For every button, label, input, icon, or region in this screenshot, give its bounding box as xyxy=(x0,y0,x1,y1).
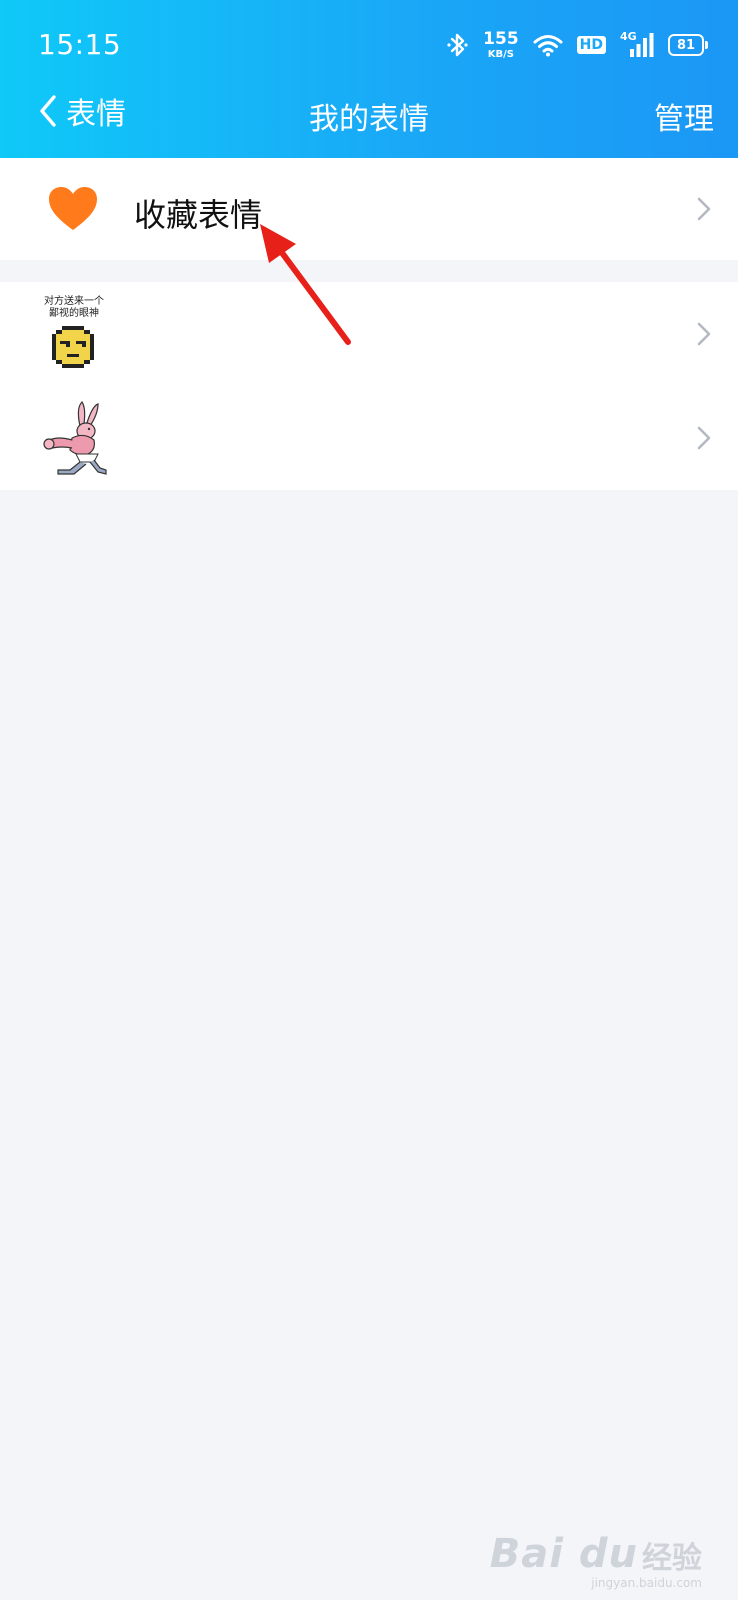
cellular-signal: 4G xyxy=(620,30,654,58)
battery-indicator: 81 xyxy=(668,34,708,56)
pixel-smiley-sticker: 对方送来一个 鄙视的眼神 xyxy=(36,296,112,372)
muscle-rabbit-sticker xyxy=(36,400,112,476)
favorites-section: 收藏表情 xyxy=(0,158,738,260)
hd-badge: HD xyxy=(576,36,606,54)
nav-bar: 表情 我的表情 管理 xyxy=(0,80,738,142)
favorites-label: 收藏表情 xyxy=(134,196,263,234)
chevron-right-icon xyxy=(697,322,711,346)
status-bar: 15:15 155 KB/S HD 4G 81 xyxy=(0,0,738,88)
header: 15:15 155 KB/S HD 4G 81 表情 我的表情 管理 xyxy=(0,0,738,158)
watermark-logo: Bai du xyxy=(489,1531,638,1577)
signal-bars-icon xyxy=(630,33,654,57)
watermark-url: jingyan.baidu.com xyxy=(591,1576,702,1590)
heart-icon xyxy=(49,187,97,230)
chevron-right-icon xyxy=(697,197,711,221)
sticker-pack-row[interactable] xyxy=(0,386,738,490)
network-speed-value: 155 xyxy=(483,28,519,49)
sticker-packs-section: 对方送来一个 鄙视的眼神 xyxy=(0,282,738,490)
bluetooth-icon xyxy=(447,33,468,57)
wifi-icon xyxy=(533,35,563,57)
sticker-pack-row[interactable]: 对方送来一个 鄙视的眼神 xyxy=(0,282,738,386)
pixel-face-icon xyxy=(52,326,94,368)
network-speed: 155 KB/S xyxy=(483,28,519,60)
status-icons: 155 KB/S HD 4G 81 xyxy=(447,28,708,62)
baidu-jingyan-watermark: Bai du 经验 jingyan.baidu.com xyxy=(489,1531,702,1590)
sticker-caption: 对方送来一个 鄙视的眼神 xyxy=(36,296,112,320)
rabbit-figure-icon xyxy=(43,401,107,475)
network-speed-unit: KB/S xyxy=(487,48,515,60)
sticker-caption-line1: 对方送来一个 xyxy=(44,296,104,307)
watermark-text: 经验 xyxy=(642,1541,702,1576)
favorites-row[interactable]: 收藏表情 xyxy=(0,158,738,260)
status-time: 15:15 xyxy=(38,28,122,61)
manage-button[interactable]: 管理 xyxy=(654,94,714,138)
page-title: 我的表情 xyxy=(309,102,429,137)
battery-level: 81 xyxy=(676,37,696,53)
chevron-right-icon xyxy=(697,426,711,450)
sticker-caption-line2: 鄙视的眼神 xyxy=(49,308,99,319)
